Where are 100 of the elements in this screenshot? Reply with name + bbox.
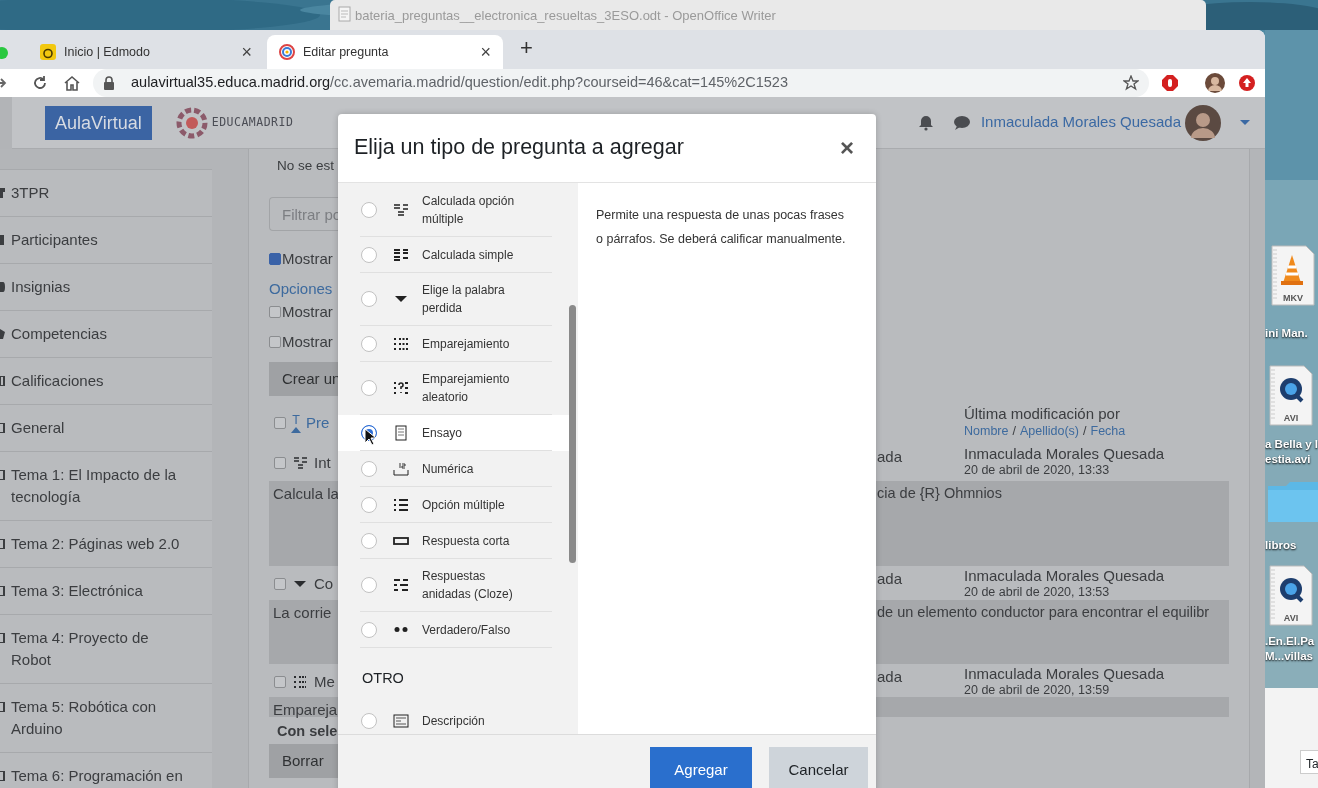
cancel-button[interactable]: Cancelar — [769, 747, 868, 788]
add-button[interactable]: Agregar — [650, 747, 752, 788]
sidebar-item[interactable]: General — [0, 405, 212, 452]
question-type-icon — [393, 335, 409, 352]
radio-button[interactable] — [361, 460, 377, 477]
video-file-icon[interactable]: AVI — [1268, 565, 1314, 627]
formula-icon — [292, 455, 308, 471]
checkbox[interactable] — [274, 676, 286, 688]
address-bar[interactable]: aulavirtual35.educa.madrid.org/cc.avemaria.madrid/question/edit.php?courseid=46&cat=145%2C1523 — [93, 69, 1149, 97]
file-name: .En.El.Pa — [1265, 634, 1315, 649]
question-type-icon — [393, 460, 409, 477]
scrollbar-thumb[interactable] — [569, 305, 576, 563]
sidebar-item[interactable]: Participantes — [0, 217, 212, 264]
checkbox[interactable] — [269, 306, 281, 318]
brand-button[interactable]: AulaVirtual — [45, 105, 152, 140]
modifier-name: Inmaculada Morales Quesada — [964, 568, 1166, 584]
item-icon — [0, 633, 5, 643]
sidebar-item[interactable]: 3TPR — [0, 170, 212, 217]
radio-button[interactable] — [361, 577, 377, 593]
creator-name: ada — [877, 570, 903, 587]
item-icon — [0, 188, 5, 198]
chat-icon[interactable] — [953, 114, 970, 131]
sidebar-item[interactable]: Tema 5: Robótica con Arduino — [0, 684, 212, 753]
column-heading: Última modificación por — [964, 404, 1121, 423]
radio-button[interactable] — [361, 496, 377, 513]
sort-icon[interactable] — [291, 426, 301, 433]
question-text: La corrie — [272, 603, 333, 623]
checkbox[interactable] — [274, 417, 286, 429]
item-icon — [0, 586, 5, 596]
radio-button[interactable] — [361, 246, 377, 263]
sidebar-item[interactable]: Competencias — [0, 311, 212, 358]
lock-icon — [103, 76, 115, 90]
option-label: Mostrar — [282, 301, 333, 322]
separator-text: / — [1012, 423, 1016, 439]
sidebar-item[interactable]: Tema 1: El Impacto de la tecnología — [0, 452, 212, 521]
creator-name: ada — [877, 448, 903, 465]
menu-button[interactable] — [0, 96, 12, 149]
tab[interactable]: Ta — [1300, 750, 1318, 774]
window-zoom-icon[interactable] — [0, 47, 8, 59]
checkbox[interactable] — [274, 457, 286, 469]
tab-title: Inicio | Edmodo — [64, 43, 151, 61]
new-tab-button[interactable]: + — [514, 30, 539, 65]
logo-icon[interactable] — [175, 106, 208, 139]
video-file-icon[interactable]: MKV — [1270, 245, 1316, 307]
close-button[interactable]: × — [834, 130, 860, 166]
radio-button[interactable] — [361, 621, 377, 638]
sidebar-item[interactable]: Tema 3: Electrónica — [0, 568, 212, 615]
sidebar-item[interactable]: Tema 4: Proyecto de Robot — [0, 615, 212, 684]
avatar-icon[interactable] — [1205, 73, 1225, 93]
browser-tab[interactable]: Editar pregunta × — [267, 35, 503, 69]
browser-tab[interactable]: Inicio | Edmodo × — [28, 35, 264, 69]
separator-text: / — [1083, 423, 1087, 439]
reload-icon[interactable] — [32, 75, 48, 91]
folder-icon[interactable] — [1268, 480, 1318, 522]
modifier-name: Inmaculada Morales Quesada — [964, 666, 1166, 682]
creator-name: ada — [877, 668, 903, 685]
star-icon[interactable] — [1123, 75, 1139, 91]
close-tab-button[interactable]: × — [241, 43, 252, 61]
selection-label: Con sele — [277, 722, 338, 741]
checkbox[interactable] — [274, 578, 286, 590]
radio-button[interactable] — [361, 202, 377, 218]
avatar-icon[interactable] — [1185, 104, 1221, 141]
item-icon — [0, 423, 5, 433]
modifier-name: Inmaculada Morales Quesada — [964, 446, 1166, 462]
bell-icon[interactable] — [918, 114, 933, 131]
notice-text: No se est — [277, 157, 335, 175]
sidebar-item[interactable]: Tema 2: Páginas web 2.0 — [0, 521, 212, 568]
section-heading: OTRO — [361, 669, 405, 688]
sidebar-item[interactable]: Calificaciones — [0, 358, 212, 405]
checkbox[interactable] — [269, 253, 281, 265]
home-icon[interactable] — [63, 75, 81, 91]
question-type-icon — [393, 380, 409, 396]
date-text: 20 de abril de 2020, 13:53 — [964, 584, 1111, 600]
checkbox[interactable] — [269, 336, 281, 348]
extension-icon[interactable] — [1161, 74, 1179, 92]
close-tab-button[interactable]: × — [480, 43, 491, 61]
question-name: Co — [314, 573, 334, 594]
file-name: M...villas — [1265, 649, 1313, 664]
file-name: estia.avi — [1265, 452, 1311, 467]
radio-button[interactable] — [361, 532, 377, 549]
extension-icon[interactable] — [1239, 75, 1255, 91]
question-type-icon — [393, 202, 409, 218]
item-icon — [0, 771, 5, 781]
site-icon — [40, 44, 56, 60]
radio-button[interactable] — [361, 713, 377, 730]
question-text: Empareja — [272, 700, 339, 720]
radio-button[interactable] — [361, 291, 377, 307]
caret-icon[interactable] — [1240, 120, 1250, 125]
list-icon — [292, 674, 308, 690]
radio-button[interactable] — [361, 335, 377, 352]
sidebar-item[interactable]: Tema 6: Programación en — [0, 753, 212, 788]
sidebar-item[interactable]: Insignias — [0, 264, 212, 311]
radio-button[interactable] — [361, 380, 377, 396]
item-icon — [0, 470, 5, 480]
file-name: libros — [1265, 538, 1297, 553]
question-type-option[interactable]: Ensayo — [338, 415, 570, 451]
delete-button[interactable]: Borrar — [269, 744, 339, 778]
description-text: Permite una respuesta de unas pocas frases o párrafos. Se deberá calificar manualmente. — [595, 207, 847, 248]
video-file-icon[interactable]: AVI — [1268, 365, 1314, 427]
question-type-icon — [393, 713, 409, 730]
